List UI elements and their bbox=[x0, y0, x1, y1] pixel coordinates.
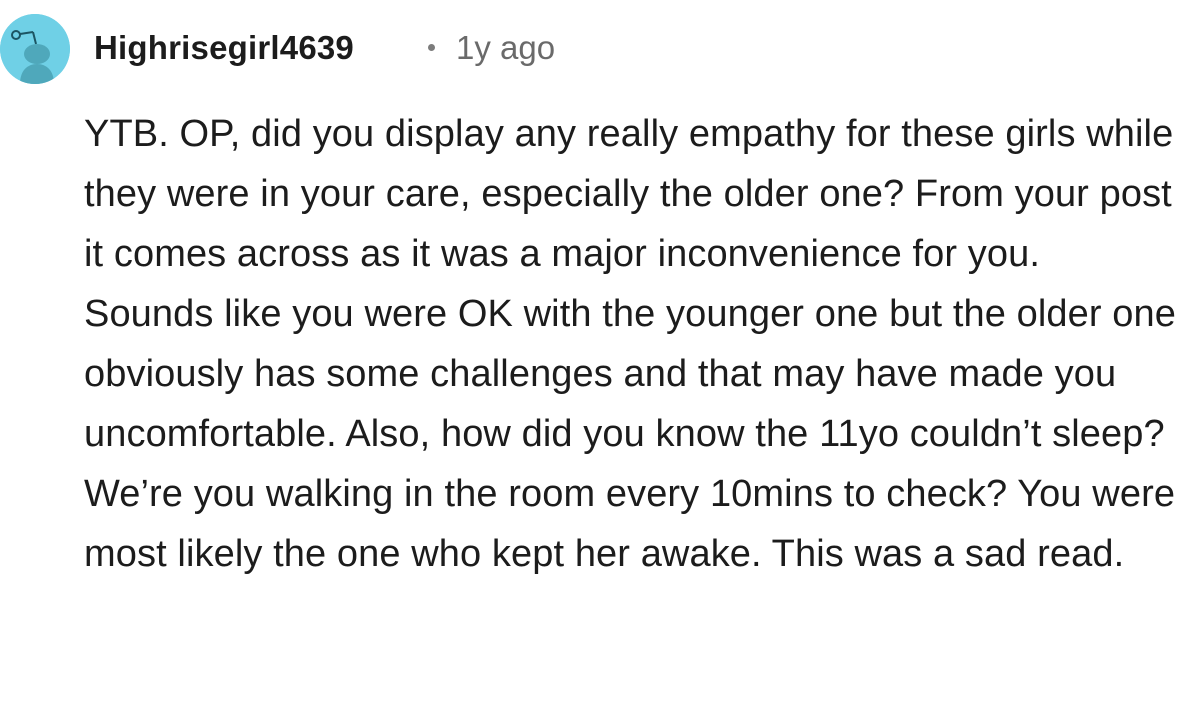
snoo-avatar-icon bbox=[0, 14, 70, 84]
comment-timestamp: 1y ago bbox=[456, 29, 556, 66]
comment: Highrisegirl4639 1y ago YTB. OP, did you… bbox=[0, 0, 1185, 703]
separator-dot bbox=[428, 44, 435, 51]
comment-body: YTB. OP, did you display any really empa… bbox=[84, 113, 1177, 575]
author-username[interactable]: Highrisegirl4639 bbox=[94, 28, 354, 68]
comment-header: Highrisegirl4639 1y ago bbox=[0, 10, 1185, 88]
avatar[interactable] bbox=[0, 14, 70, 84]
